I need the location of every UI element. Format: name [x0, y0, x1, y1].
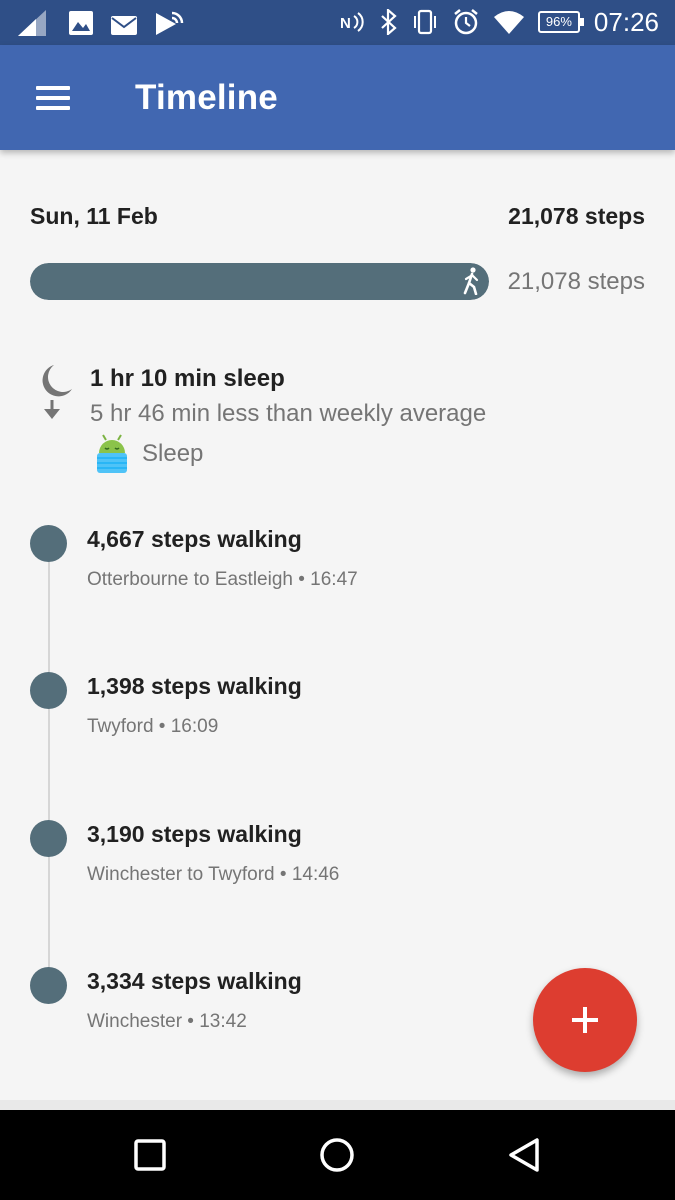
date-label: Sun, 11 Feb	[30, 203, 158, 229]
hamburger-menu-icon[interactable]	[36, 86, 70, 110]
timeline-item-subtitle: Winchester to Twyford • 14:46	[87, 864, 340, 885]
app-bar: Timeline	[0, 45, 675, 150]
status-bar: N 96% 07:26	[0, 0, 675, 45]
mail-icon	[111, 16, 137, 35]
image-icon	[69, 11, 93, 35]
total-steps: 21,078 steps	[508, 203, 645, 229]
cast-icon	[156, 11, 184, 35]
timeline-item-subtitle: Otterbourne to Eastleigh • 16:47	[87, 569, 358, 590]
back-icon[interactable]	[505, 1135, 545, 1175]
alarm-icon	[454, 9, 478, 35]
timeline-dot	[30, 967, 67, 1004]
nfc-icon: N	[340, 12, 364, 32]
timeline-item-title[interactable]: 3,190 steps walking	[87, 821, 302, 848]
sleep-title[interactable]: 1 hr 10 min sleep	[90, 365, 285, 393]
vibrate-icon	[413, 9, 436, 35]
timeline-dot	[30, 672, 67, 709]
page-title: Timeline	[135, 78, 278, 117]
home-icon[interactable]	[317, 1135, 357, 1175]
recents-icon[interactable]	[130, 1135, 170, 1175]
walker-icon	[463, 267, 479, 295]
status-left-icons	[18, 9, 184, 37]
content-bottom-edge	[0, 1100, 675, 1110]
clock: 07:26	[593, 7, 659, 37]
status-right-icons: N 96% 07:26	[340, 7, 659, 37]
plus-icon	[572, 1007, 598, 1033]
signal-icon	[18, 10, 46, 36]
timeline-item-title[interactable]: 3,334 steps walking	[87, 968, 302, 995]
timeline-item-subtitle: Twyford • 16:09	[87, 716, 219, 737]
battery-level: 96%	[545, 14, 572, 29]
svg-text:N: N	[340, 15, 351, 32]
navigation-bar	[0, 1110, 675, 1200]
bluetooth-icon	[381, 9, 397, 35]
wifi-icon	[493, 11, 524, 34]
timeline-item-title[interactable]: 1,398 steps walking	[87, 673, 302, 700]
steps-progress-bar	[30, 263, 489, 300]
sleep-source-label: Sleep	[142, 440, 204, 467]
timeline-item-title[interactable]: 4,667 steps walking	[87, 526, 302, 553]
timeline-line	[48, 545, 50, 985]
steps-bar-label: 21,078 steps	[507, 268, 645, 295]
add-fab-button[interactable]	[533, 968, 637, 1072]
battery-icon: 96%	[537, 11, 584, 33]
timeline-item-subtitle: Winchester • 13:42	[87, 1011, 247, 1032]
sleep-subtitle: 5 hr 46 min less than weekly average	[90, 400, 487, 427]
timeline-dot	[30, 820, 67, 857]
moon-icon	[42, 365, 72, 419]
sleep-app-icon	[97, 434, 127, 473]
timeline-dot	[30, 525, 67, 562]
steps-progress-fill	[30, 263, 489, 300]
